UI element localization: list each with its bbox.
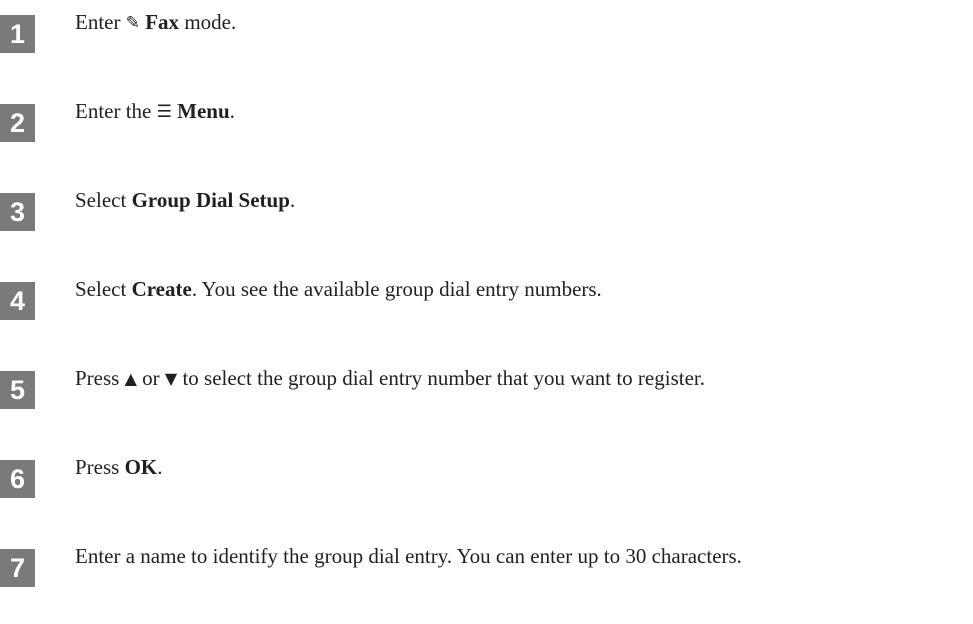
step-number-badge: 7	[0, 549, 35, 587]
ok-label: OK	[124, 455, 158, 479]
step-number-badge: 5	[0, 371, 35, 409]
step-3: 3 Select Group Dial Setup.	[0, 186, 973, 256]
procedure-steps: 1 Enter ✎ Fax mode. 2 Enter the ☰ Menu. …	[0, 0, 973, 624]
step-instruction: Enter a name to identify the group dial …	[75, 544, 742, 568]
step-number-badge: 4	[0, 282, 35, 320]
step-instruction: Press ▲ or ▼ to select the group dial en…	[75, 366, 705, 390]
step-number-badge: 3	[0, 193, 35, 231]
step-6: 6 Press OK.	[0, 453, 973, 523]
step-1: 1 Enter ✎ Fax mode.	[0, 8, 973, 78]
up-arrow-icon: ▲	[124, 369, 137, 388]
step-instruction: Enter ✎ Fax mode.	[75, 8, 236, 37]
step-7: 7 Enter a name to identify the group dia…	[0, 542, 973, 612]
step-instruction: Enter the ☰ Menu.	[75, 97, 235, 126]
step-number-badge: 6	[0, 460, 35, 498]
fax-label: Fax	[145, 10, 180, 34]
create-label: Create	[131, 277, 192, 301]
step-5: 5 Press ▲ or ▼ to select the group dial …	[0, 364, 973, 434]
step-number-badge: 2	[0, 104, 35, 142]
step-instruction: Select Create. You see the available gro…	[75, 277, 602, 301]
step-instruction: Select Group Dial Setup.	[75, 188, 296, 212]
menu-label: Menu	[177, 99, 230, 123]
down-arrow-icon: ▼	[164, 369, 178, 388]
step-2: 2 Enter the ☰ Menu.	[0, 97, 973, 167]
step-number-badge: 1	[0, 15, 35, 53]
menu-icon: ☰	[156, 102, 172, 122]
group-dial-setup-label: Group Dial Setup	[131, 188, 290, 212]
step-4: 4 Select Create. You see the available g…	[0, 275, 973, 345]
fax-mode-icon: ✎	[125, 13, 140, 33]
step-instruction: Press OK.	[75, 455, 163, 479]
